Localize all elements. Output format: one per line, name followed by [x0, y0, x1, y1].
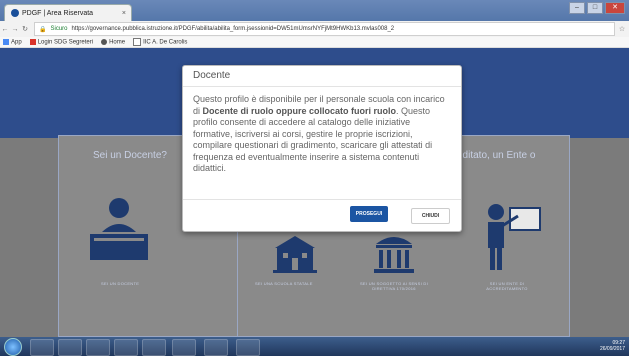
bookmark-home[interactable]: Home: [101, 38, 125, 45]
caption-ente: SEI UN ENTE DI ACCREDITAMENTO: [486, 281, 528, 291]
modal-text-bold: Docente di ruolo oppure collocato fuori …: [202, 105, 397, 116]
taskbar-media-icon[interactable]: [86, 339, 110, 356]
teacher-desk-icon[interactable]: [84, 196, 154, 264]
bookmarks-bar: App Login SDG Segreteri Home IIC A. De C…: [0, 37, 629, 48]
taskbar-app-icon[interactable]: [114, 339, 138, 356]
forward-arrow-icon[interactable]: →: [10, 26, 20, 33]
browser-tab-strip: PDGF | Area Riservata × – □ ✕: [0, 0, 629, 21]
address-bar-row: ← → ↻ 🔒 Sicuro https://governance.pubbli…: [0, 21, 629, 37]
secure-lock-icon: 🔒: [39, 26, 47, 33]
panel-ente-title: editato, un Ente o: [457, 150, 536, 161]
os-taskbar: 09:27 26/09/2017: [0, 337, 629, 356]
tab-close-icon[interactable]: ×: [122, 10, 126, 17]
caption-scuola: SEI UNA SCUOLA STATALE: [255, 281, 313, 286]
caption-soggetto: SEI UN SOGGETTO AI SENSI DI DIRETTIVA 17…: [359, 281, 429, 291]
url-text: https://governance.pubblica.istruzione.i…: [71, 26, 395, 32]
docente-modal: Docente Questo profilo è disponibile per…: [182, 65, 462, 232]
modal-footer: PROSEGUI CHIUDI: [183, 199, 461, 231]
system-tray-clock[interactable]: 09:27 26/09/2017: [600, 340, 625, 352]
secure-label: Sicuro: [50, 26, 68, 32]
minimize-button[interactable]: –: [569, 2, 585, 14]
taskbar-chrome-icon[interactable]: [204, 339, 228, 356]
maximize-button[interactable]: □: [587, 2, 603, 14]
browser-tab[interactable]: PDGF | Area Riservata ×: [4, 4, 132, 21]
taskbar-app3-icon[interactable]: [172, 339, 196, 356]
sdg-icon: [29, 38, 36, 45]
reload-icon[interactable]: ↻: [20, 25, 30, 33]
window-controls: – □ ✕: [569, 2, 625, 14]
start-button-icon[interactable]: [4, 338, 22, 356]
page-icon: [133, 38, 142, 46]
presenter-board-icon[interactable]: [482, 202, 542, 274]
bookmark-star-icon[interactable]: ☆: [615, 25, 629, 33]
bookmark-apps[interactable]: App: [3, 38, 22, 45]
url-field[interactable]: 🔒 Sicuro https://governance.pubblica.ist…: [34, 22, 615, 36]
taskbar-folder-icon[interactable]: [58, 339, 82, 356]
modal-title: Docente: [183, 66, 461, 87]
taskbar-app2-icon[interactable]: [142, 339, 166, 356]
chiudi-button[interactable]: CHIUDI: [411, 208, 450, 224]
caption-docente: SEI UN DOCENTE: [101, 281, 140, 286]
bookmark-login-sdg[interactable]: Login SDG Segreteri: [29, 38, 93, 45]
modal-body: Questo profilo è disponibile per il pers…: [183, 87, 461, 182]
back-arrow-icon[interactable]: ←: [0, 26, 10, 33]
tab-title: PDGF | Area Riservata: [22, 9, 94, 17]
institution-columns-icon[interactable]: [372, 232, 416, 276]
apps-grid-icon: [3, 38, 9, 45]
home-globe-icon: [101, 38, 108, 45]
prosegui-button[interactable]: PROSEGUI: [350, 206, 388, 222]
taskbar-app4-icon[interactable]: [236, 339, 260, 356]
close-window-button[interactable]: ✕: [605, 2, 625, 14]
school-building-icon[interactable]: [271, 234, 319, 274]
clock-date: 26/09/2017: [599, 346, 625, 352]
bookmark-iic[interactable]: IIC A. De Carolis: [133, 38, 187, 46]
panel-docente-title: Sei un Docente?: [93, 150, 167, 161]
site-favicon-icon: [11, 9, 19, 17]
taskbar-ie-icon[interactable]: [30, 339, 54, 356]
